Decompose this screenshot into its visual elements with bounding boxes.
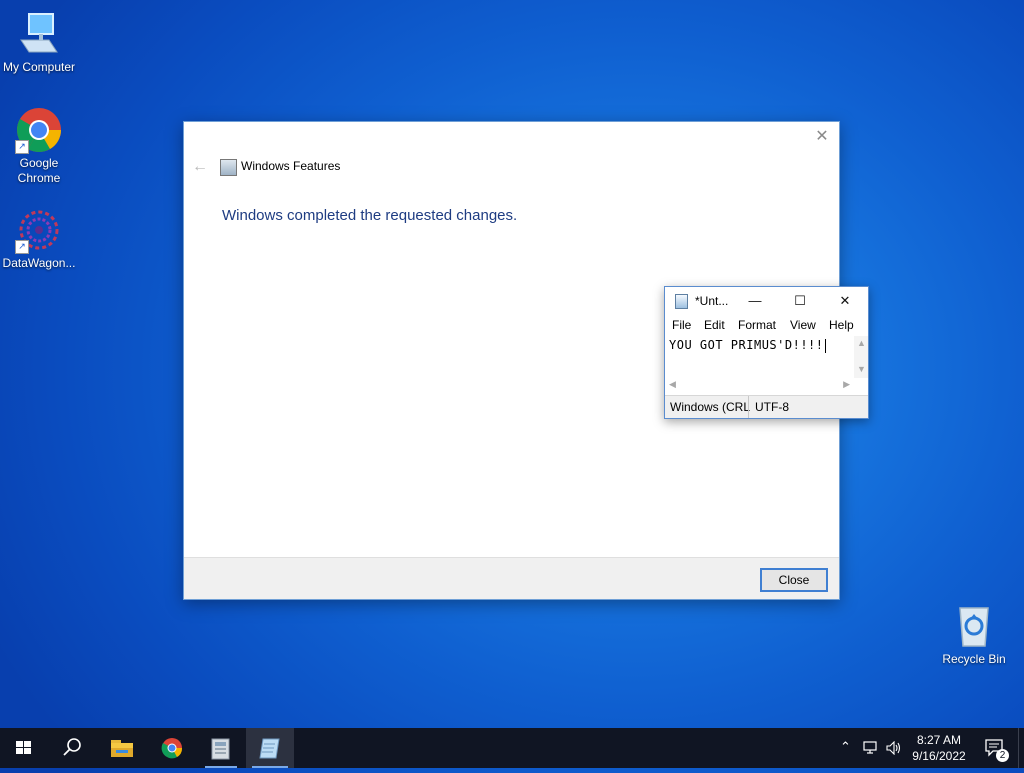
network-icon[interactable] (863, 741, 881, 755)
horizontal-scrollbar[interactable]: ◀ ▶ (665, 378, 854, 392)
notepad-icon (675, 294, 688, 309)
desktop-icon-label: Google Chrome (17, 156, 61, 185)
scroll-up-icon[interactable]: ▲ (857, 338, 866, 348)
desktop-icon-label: My Computer (2, 60, 76, 74)
recycle-bin-icon (950, 602, 998, 650)
shortcut-arrow-icon: ↗ (15, 240, 29, 254)
menu-format[interactable]: Format (738, 318, 776, 332)
minimize-button[interactable]: — (743, 291, 767, 311)
search-button[interactable] (48, 728, 96, 768)
close-button[interactable]: Close (760, 568, 828, 592)
notepad-window: *Unt... — ☐ ✕ File Edit Format View Help… (664, 286, 869, 419)
status-separator (748, 396, 749, 418)
start-button[interactable] (0, 728, 48, 768)
chrome-icon (161, 738, 183, 759)
text-caret (824, 338, 826, 353)
desktop-icon-my-computer[interactable]: My Computer (1, 10, 77, 75)
desktop-icon-datawagon[interactable]: ↗ DataWagon... (1, 206, 77, 271)
notepad-text-area[interactable]: YOU GOT PRIMUS'D!!!! (669, 338, 826, 353)
status-line-ending: Windows (CRL (670, 400, 751, 414)
start-icon (16, 741, 31, 754)
back-arrow-icon[interactable]: ← (192, 158, 208, 176)
system-tray: ⌃ (836, 728, 916, 768)
dialog-title: Windows Features (241, 159, 341, 173)
dialog-close-icon[interactable]: ✕ (811, 128, 833, 146)
dialog-footer: Close (184, 557, 839, 599)
volume-icon[interactable] (886, 741, 902, 755)
clock-date: 9/16/2022 (912, 749, 966, 763)
scroll-left-icon[interactable]: ◀ (669, 379, 676, 390)
clock-time: 8:27 AM (916, 733, 962, 747)
notification-button[interactable]: 2 (980, 728, 1010, 768)
desktop-icon-label: DataWagon... (2, 256, 76, 270)
desktop-icon-google-chrome[interactable]: ↗ Google Chrome (1, 106, 77, 186)
taskbar-chrome[interactable] (148, 728, 196, 768)
search-icon (63, 738, 81, 756)
taskbar-file-explorer[interactable] (98, 728, 146, 768)
datawagon-icon: ↗ (15, 206, 63, 254)
notepad-menubar: File Edit Format View Help (665, 318, 868, 336)
taskbar-notepad[interactable] (246, 728, 294, 768)
scroll-down-icon[interactable]: ▼ (857, 364, 866, 374)
menu-view[interactable]: View (790, 318, 816, 332)
notepad-title: *Unt... (695, 294, 729, 308)
close-button[interactable]: ✕ (833, 291, 857, 311)
file-explorer-icon (111, 740, 133, 757)
vertical-scrollbar[interactable]: ▲ ▼ (854, 336, 868, 378)
computer-icon (15, 10, 63, 58)
chrome-icon: ↗ (15, 106, 63, 154)
menu-help[interactable]: Help (829, 318, 854, 332)
shortcut-arrow-icon: ↗ (15, 140, 29, 154)
desktop-icon-recycle-bin[interactable]: Recycle Bin (936, 602, 1012, 667)
dialog-message: Windows completed the requested changes. (222, 207, 518, 224)
notepad-titlebar[interactable]: *Unt... — ☐ ✕ (665, 287, 868, 315)
taskbar-clock[interactable]: 8:27 AM 9/16/2022 (910, 732, 968, 764)
status-encoding: UTF-8 (755, 400, 789, 414)
windows-features-icon (220, 159, 237, 176)
taskbar: ⌃ 8:27 AM 9/16/2022 2 (0, 728, 1024, 768)
taskbar-installer[interactable] (197, 728, 245, 768)
menu-file[interactable]: File (672, 318, 691, 332)
scroll-right-icon[interactable]: ▶ (843, 379, 850, 390)
notepad-statusbar: Windows (CRL UTF-8 (665, 395, 868, 418)
notepad-content: YOU GOT PRIMUS'D!!!! (669, 338, 824, 352)
maximize-button[interactable]: ☐ (788, 291, 812, 311)
chevron-up-icon[interactable]: ⌃ (840, 739, 851, 755)
desktop-icon-label: Recycle Bin (942, 652, 1006, 666)
notification-badge: 2 (996, 749, 1009, 762)
menu-edit[interactable]: Edit (704, 318, 725, 332)
show-desktop-button[interactable] (1018, 728, 1024, 768)
notepad-icon (259, 738, 280, 759)
installer-icon (211, 738, 230, 760)
